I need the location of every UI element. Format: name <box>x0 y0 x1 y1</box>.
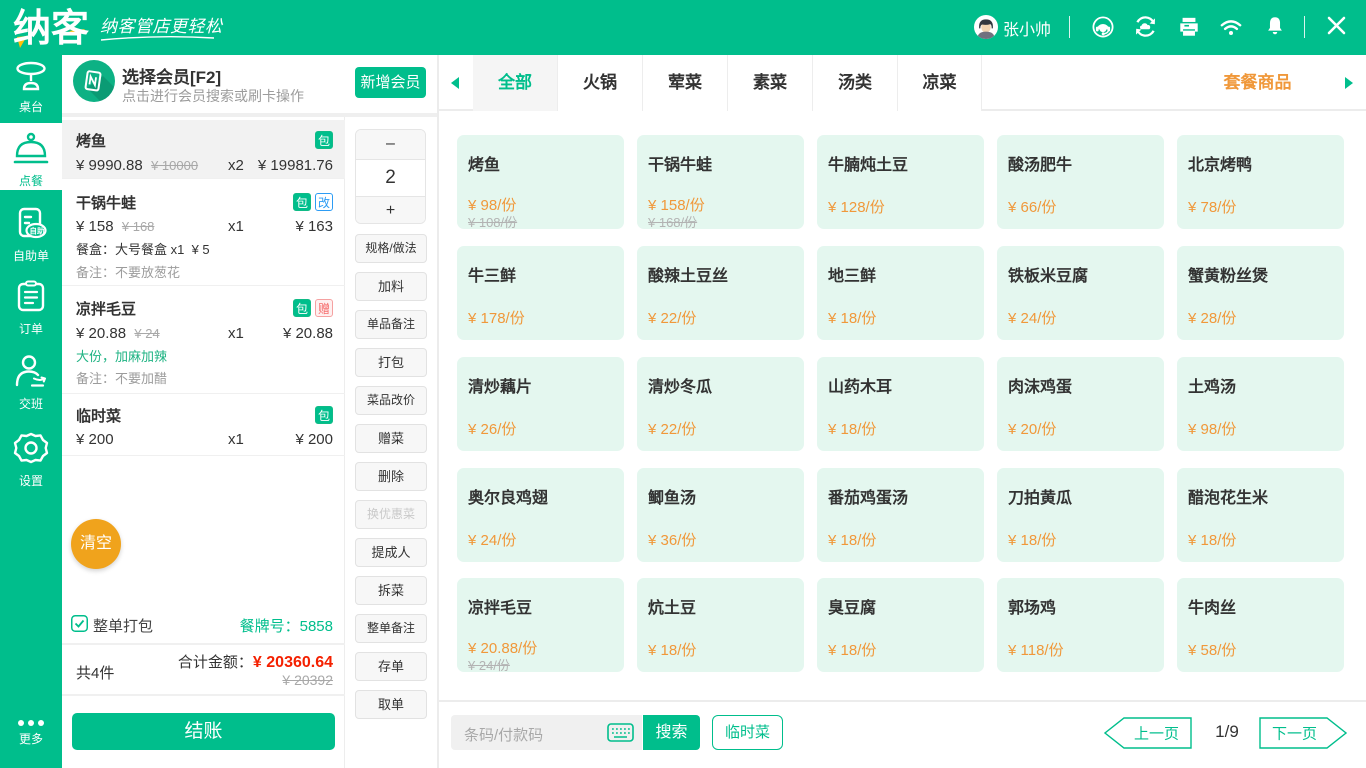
svg-text:纳客: 纳客 <box>13 7 89 50</box>
svg-text:下一页: 下一页 <box>1272 726 1317 743</box>
svg-text:上一页: 上一页 <box>1134 726 1179 743</box>
svg-text:自助: 自助 <box>30 226 45 236</box>
